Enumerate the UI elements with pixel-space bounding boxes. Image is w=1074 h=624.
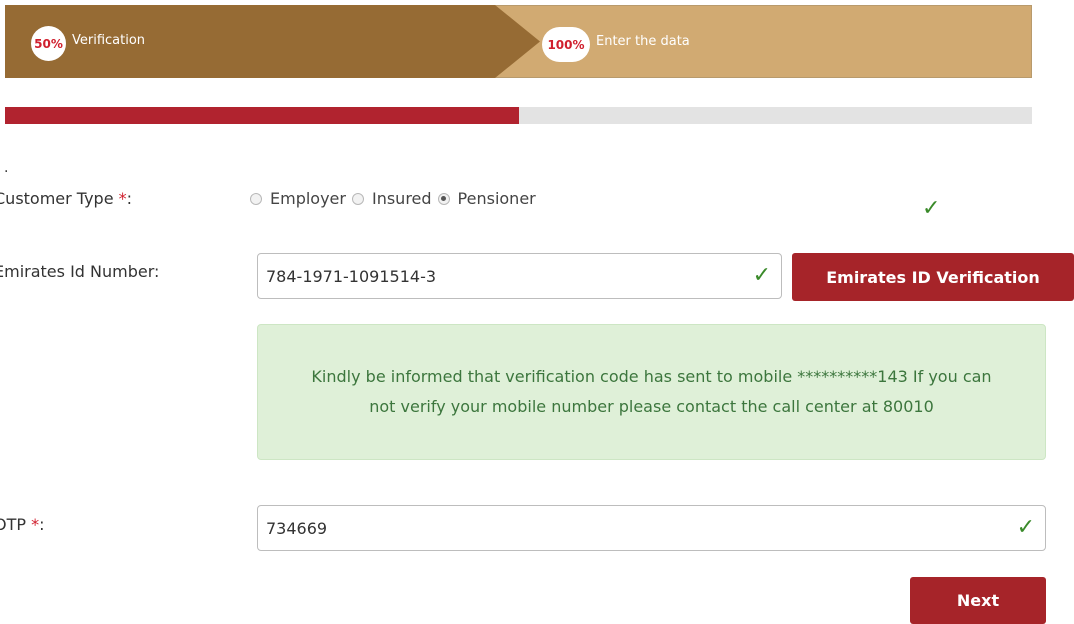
step-label: Enter the data <box>596 34 690 49</box>
customer-type-radio-group: Employer Insured Pensioner <box>250 189 542 208</box>
radio-employer[interactable] <box>250 192 262 205</box>
emirates-id-field-wrapper: ✓ <box>257 253 782 299</box>
required-mark: * <box>31 515 40 534</box>
step-percent-badge: 50% <box>31 26 66 61</box>
radio-label-pensioner: Pensioner <box>457 189 536 208</box>
progress-bar <box>5 107 1032 124</box>
otp-label: OTP *: <box>0 515 45 534</box>
emirates-id-label: Emirates Id Number: <box>0 262 160 281</box>
check-icon: ✓ <box>922 196 941 221</box>
otp-input[interactable] <box>258 517 1017 539</box>
progress-bar-fill <box>5 107 519 124</box>
customer-type-label: Customer Type *: <box>0 189 133 208</box>
step-verification: 50% Verification <box>5 5 540 78</box>
radio-pensioner[interactable] <box>437 192 450 205</box>
check-icon: ✓ <box>1016 515 1035 540</box>
alert-text: Kindly be informed that verification cod… <box>311 367 992 416</box>
wizard-steps: 100% Enter the data 50% Verification <box>5 5 1032 78</box>
radio-label-insured: Insured <box>371 189 432 208</box>
emirates-id-input[interactable] <box>258 265 753 287</box>
step-percent-badge: 100% <box>542 27 590 62</box>
check-icon: ✓ <box>752 263 771 288</box>
step-label: Verification <box>72 33 146 48</box>
required-mark: * <box>118 189 127 208</box>
emirates-id-verification-button[interactable]: Emirates ID Verification <box>792 253 1074 301</box>
verification-alert: Kindly be informed that verification cod… <box>257 324 1046 460</box>
radio-insured[interactable] <box>351 192 364 205</box>
next-button[interactable]: Next <box>910 577 1046 624</box>
radio-label-employer: Employer <box>270 189 346 208</box>
otp-field-wrapper: ✓ <box>257 505 1046 551</box>
stray-dot: . <box>4 160 9 176</box>
